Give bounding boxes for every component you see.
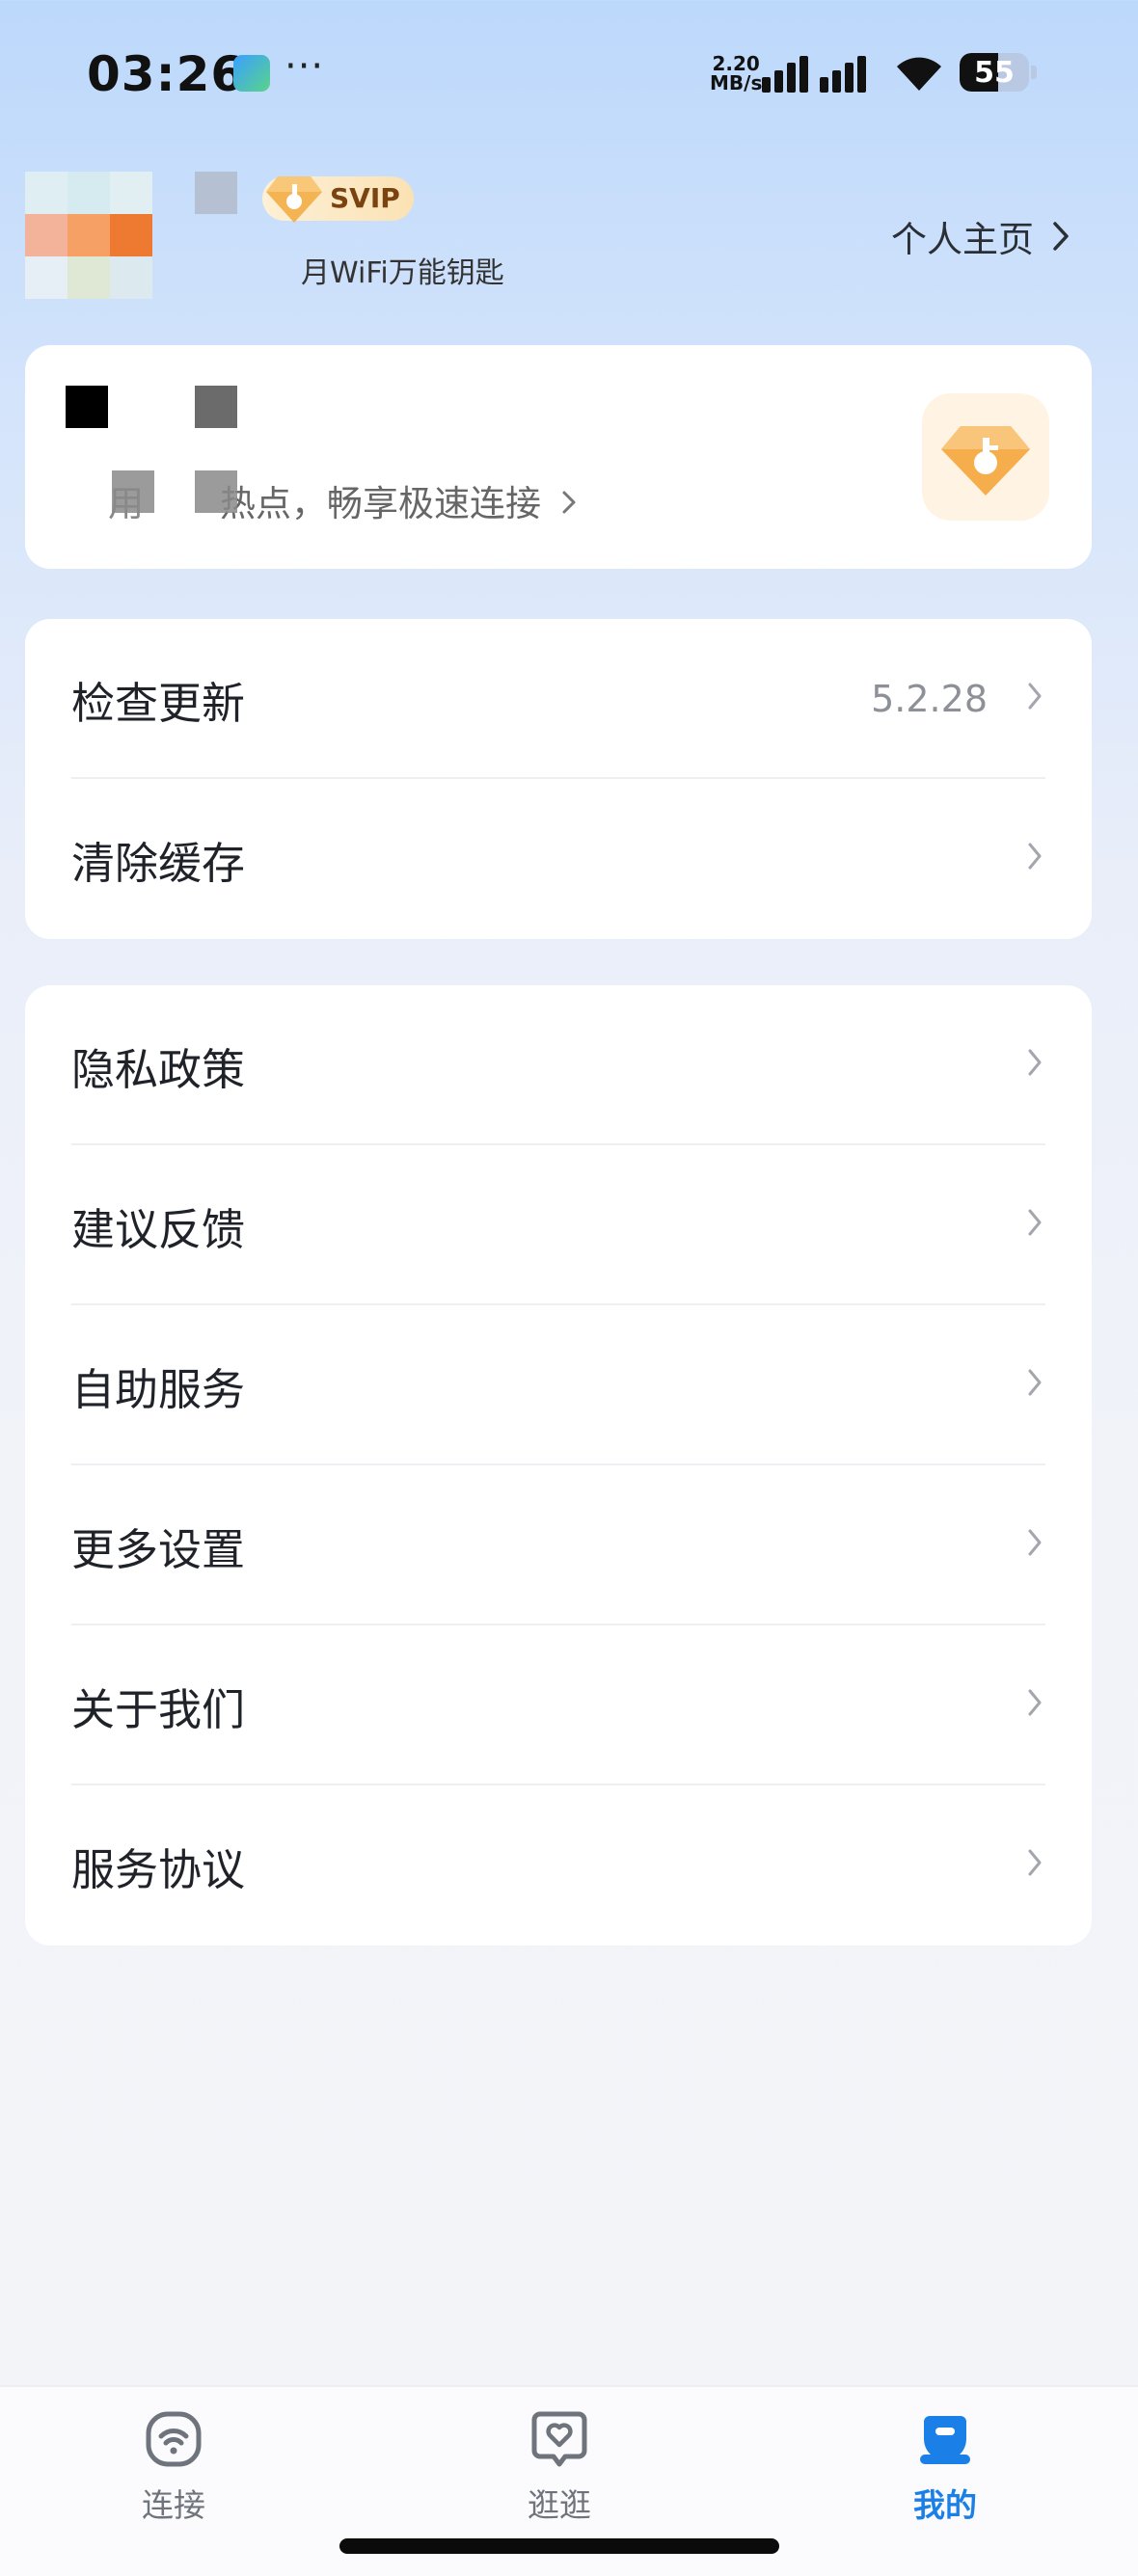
menu-privacy-policy[interactable]: 隐私政策 (25, 985, 1092, 1145)
menu-self-service[interactable]: 自助服务 (25, 1305, 1092, 1465)
home-indicator[interactable] (339, 2538, 779, 2554)
menu-label: 关于我们 (71, 1683, 246, 1735)
chevron-right-icon (1053, 222, 1069, 251)
avatar[interactable] (25, 172, 152, 299)
chevron-right-icon (1028, 1049, 1042, 1076)
avatar-pixel (110, 256, 152, 299)
avatar-pixel (25, 214, 68, 256)
homepage-label: 个人主页 (891, 219, 1034, 260)
diamond-key-icon (266, 176, 322, 223)
wifi-tab-icon (146, 2411, 202, 2467)
version-value: 5.2.28 (871, 678, 988, 720)
battery-tip (1031, 66, 1037, 79)
svip-badge[interactable]: SVIP (262, 176, 414, 223)
menu-about-us[interactable]: 关于我们 (25, 1625, 1092, 1785)
signal-icon (762, 56, 866, 93)
vip-card-subtitle: 用热点，畅享极速连接 (108, 474, 578, 526)
chevron-right-icon (1028, 1209, 1042, 1236)
vip-card-subtitle-rest: 热点，畅享极速连接 (220, 483, 541, 524)
status-time: 03:26 (87, 46, 246, 102)
vip-badge-icon (922, 393, 1049, 521)
menu-clear-cache[interactable]: 清除缓存 (25, 779, 1092, 939)
tab-connect[interactable]: 连接 (77, 2410, 270, 2526)
diamond-key-icon (941, 426, 1030, 496)
avatar-pixel (68, 256, 110, 299)
tab-label: 我的 (913, 2486, 977, 2524)
tab-label: 连接 (142, 2486, 205, 2524)
app-notification-icon (233, 55, 270, 92)
avatar-pixel (68, 214, 110, 256)
menu-label: 隐私政策 (71, 1043, 246, 1095)
battery-level: 55 (974, 56, 1015, 90)
network-speed-unit: MB/s (710, 71, 763, 94)
avatar-pixel (68, 172, 110, 214)
chevron-right-icon (562, 491, 576, 514)
avatar-pixel (110, 172, 152, 214)
menu-label: 更多设置 (71, 1523, 246, 1575)
menu-feedback[interactable]: 建议反馈 (25, 1145, 1092, 1305)
menu-label: 自助服务 (71, 1363, 246, 1415)
tab-mine[interactable]: 我的 (849, 2410, 1042, 2526)
network-speed-value: 2.20 (712, 52, 760, 75)
homepage-link[interactable]: 个人主页 (891, 210, 1070, 262)
network-speed: 2.20 MB/s (710, 54, 762, 93)
redacted-block (195, 470, 237, 513)
redacted-block (66, 386, 108, 428)
menu-service-agreement[interactable]: 服务协议 (25, 1785, 1092, 1945)
menu-label: 检查更新 (71, 677, 246, 729)
menu-more-settings[interactable]: 更多设置 (25, 1465, 1092, 1625)
profile-subtitle: 月WiFi万能钥匙 (301, 256, 504, 290)
svip-label: SVIP (330, 182, 400, 214)
menu-label: 建议反馈 (71, 1203, 246, 1255)
status-bar: 03:26 ··· 2.20 MB/s 55 (0, 0, 1138, 145)
vip-promo-card[interactable]: 用热点，畅享极速连接 (25, 345, 1092, 569)
redacted-block (195, 386, 237, 428)
heart-chat-tab-icon (531, 2411, 587, 2467)
menu-label: 清除缓存 (71, 837, 246, 889)
tab-label: 逛逛 (528, 2486, 591, 2524)
chevron-right-icon (1028, 1369, 1042, 1396)
avatar-pixel (25, 256, 68, 299)
chevron-right-icon (1028, 683, 1042, 710)
chevron-right-icon (1028, 1849, 1042, 1876)
tab-browse[interactable]: 逛逛 (463, 2410, 656, 2526)
username-redacted (195, 172, 237, 214)
chevron-right-icon (1028, 843, 1042, 870)
avatar-pixel (110, 214, 152, 256)
menu-label: 服务协议 (71, 1843, 246, 1895)
battery-icon: 55 (960, 53, 1029, 92)
profile-tab-icon (920, 2416, 970, 2464)
status-overflow: ··· (284, 44, 325, 89)
menu-card-settings: 隐私政策 建议反馈 自助服务 更多设置 关于我们 服务协议 (25, 985, 1092, 1945)
menu-check-update[interactable]: 检查更新 5.2.28 (25, 619, 1092, 779)
redacted-block (112, 470, 154, 513)
chevron-right-icon (1028, 1529, 1042, 1556)
menu-card-update: 检查更新 5.2.28 清除缓存 (25, 619, 1092, 939)
chevron-right-icon (1028, 1689, 1042, 1716)
wifi-icon (897, 57, 941, 91)
avatar-pixel (25, 172, 68, 214)
